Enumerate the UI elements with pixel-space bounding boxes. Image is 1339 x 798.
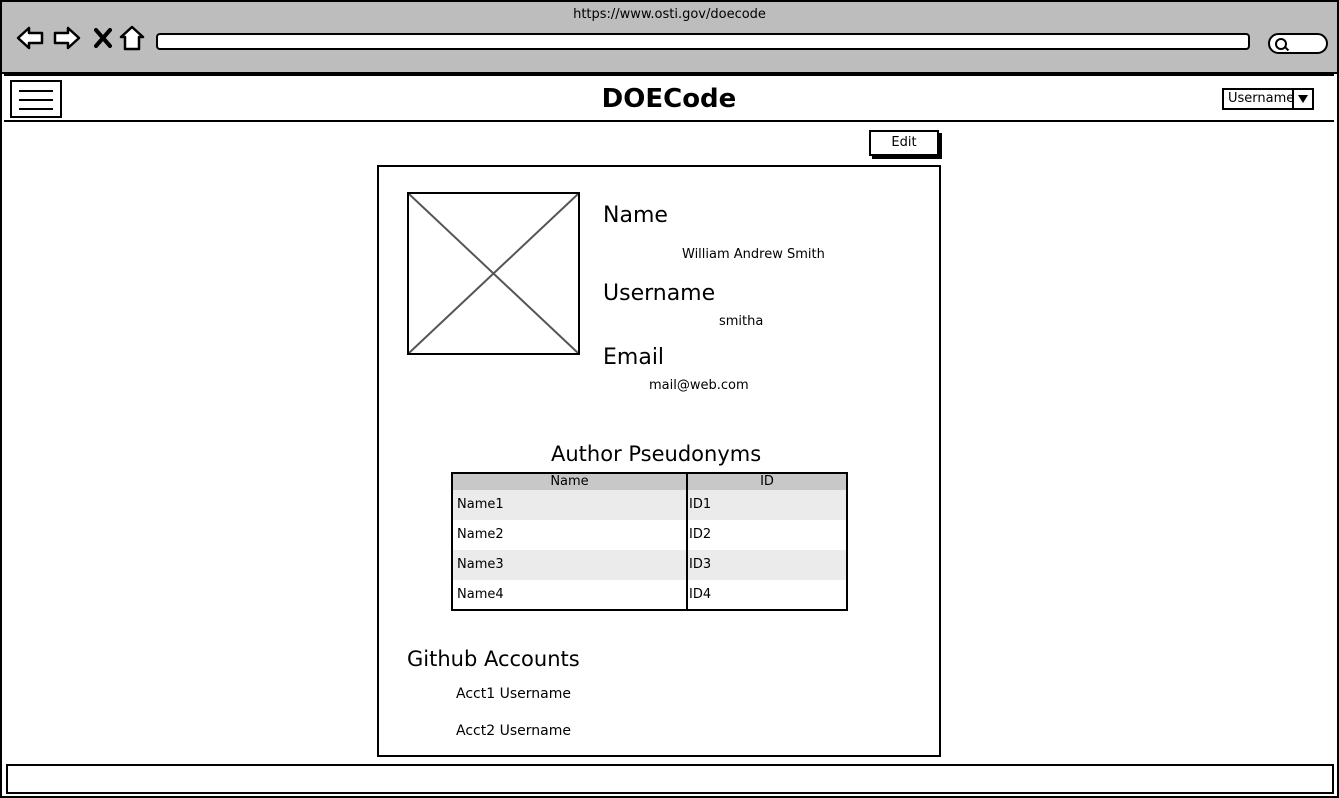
app-title: DOECode (601, 84, 737, 114)
pseudonym-name: Name2 (457, 527, 504, 542)
table-row[interactable]: Name3 ID3 (453, 550, 846, 580)
author-pseudonyms-title: Author Pseudonyms (551, 442, 762, 466)
column-divider (686, 474, 688, 609)
footer-bar (6, 764, 1334, 794)
column-header-name: Name (550, 474, 589, 489)
username-label: Username (603, 281, 716, 306)
table-header: Name ID (453, 474, 846, 490)
home-icon[interactable] (118, 24, 146, 52)
github-account-link[interactable]: Acct1 Username (456, 686, 571, 702)
pseudonym-id: ID2 (689, 527, 712, 542)
column-header-id: ID (760, 474, 774, 489)
github-account-link[interactable]: Acct2 Username (456, 723, 571, 739)
profile-panel: Name William Andrew Smith Username smith… (377, 165, 941, 757)
pseudonym-id: ID1 (689, 497, 712, 512)
pseudonym-id: ID3 (689, 557, 712, 572)
browser-search-field[interactable] (1268, 33, 1328, 54)
table-row[interactable]: Name2 ID2 (453, 520, 846, 550)
search-icon (1275, 38, 1287, 50)
pseudonym-name: Name4 (457, 587, 504, 602)
email-value: mail@web.com (649, 378, 749, 393)
chevron-down-icon (1292, 90, 1312, 108)
username-value: smitha (719, 314, 764, 329)
pseudonyms-table: Name ID Name1 ID1 Name2 ID2 Name3 ID3 Na… (451, 472, 848, 611)
github-accounts-title: Github Accounts (407, 647, 580, 671)
pseudonym-name: Name3 (457, 557, 504, 572)
name-value: William Andrew Smith (682, 247, 825, 262)
browser-chrome: https://www.osti.gov/doecode (2, 2, 1337, 74)
email-label: Email (603, 345, 665, 370)
app-header: DOECode Username (4, 74, 1334, 122)
edit-button[interactable]: Edit (869, 130, 939, 156)
pseudonym-id: ID4 (689, 587, 712, 602)
forward-arrow-icon[interactable] (53, 24, 81, 52)
close-icon[interactable] (89, 24, 117, 52)
user-menu-label: Username (1228, 91, 1295, 106)
table-row[interactable]: Name1 ID1 (453, 490, 846, 520)
address-bar[interactable] (156, 33, 1250, 50)
browser-window: https://www.osti.gov/doecode DOECode Use… (0, 0, 1339, 798)
table-row[interactable]: Name4 ID4 (453, 580, 846, 610)
pseudonym-name: Name1 (457, 497, 504, 512)
user-menu-dropdown[interactable]: Username (1222, 88, 1314, 110)
image-placeholder-icon (407, 192, 580, 355)
back-arrow-icon[interactable] (16, 24, 44, 52)
name-label: Name (603, 203, 668, 228)
url-title: https://www.osti.gov/doecode (573, 7, 766, 22)
